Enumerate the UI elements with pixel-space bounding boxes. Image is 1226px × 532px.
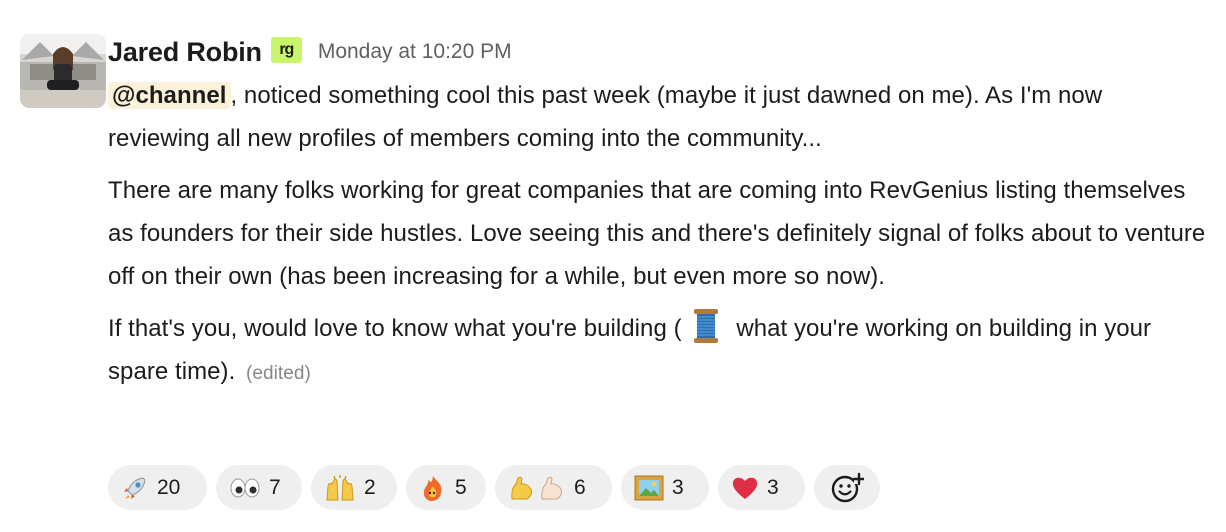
reactions-bar: 20 7 2 5 6 3 3 bbox=[108, 465, 880, 510]
reaction-fire-mascot[interactable]: 5 bbox=[406, 465, 486, 510]
eyes-icon bbox=[229, 476, 261, 500]
paragraph-1-text: , noticed something cool this past week … bbox=[108, 82, 1103, 152]
status-badge[interactable]: rg bbox=[270, 37, 302, 63]
reaction-count: 6 bbox=[574, 475, 586, 499]
channel-mention[interactable]: @channel bbox=[108, 82, 231, 109]
paragraph-2: There are many folks working for great c… bbox=[108, 177, 1206, 290]
paragraph-3: If that's you, would love to know what y… bbox=[108, 307, 1208, 395]
reaction-count: 3 bbox=[767, 475, 779, 499]
flexed-biceps-icon bbox=[508, 474, 566, 502]
reaction-count: 5 bbox=[455, 475, 467, 499]
red-heart-icon bbox=[731, 475, 759, 501]
reaction-count: 3 bbox=[672, 475, 684, 499]
message-header: Jared Robin rg Monday at 10:20 PM bbox=[108, 30, 1208, 74]
avatar-photo bbox=[20, 34, 106, 108]
add-reaction-button[interactable] bbox=[814, 465, 880, 510]
reaction-rocket[interactable]: 20 bbox=[108, 465, 207, 510]
reaction-count: 20 bbox=[157, 475, 181, 499]
raised-hands-icon bbox=[324, 474, 356, 502]
author-name[interactable]: Jared Robin bbox=[108, 37, 262, 68]
thread-emoji-icon bbox=[686, 306, 726, 346]
timestamp[interactable]: Monday at 10:20 PM bbox=[318, 40, 512, 64]
reaction-eyes[interactable]: 7 bbox=[216, 465, 302, 510]
avatar[interactable] bbox=[20, 34, 106, 108]
framed-picture-icon bbox=[634, 475, 664, 501]
message-content: Jared Robin rg Monday at 10:20 PM @chann… bbox=[108, 30, 1208, 404]
message: Jared Robin rg Monday at 10:20 PM @chann… bbox=[0, 0, 1226, 532]
paragraph-3-text-a: If that's you, would love to know what y… bbox=[108, 315, 682, 342]
add-reaction-icon bbox=[830, 472, 864, 504]
reaction-count: 2 bbox=[364, 475, 376, 499]
reaction-flexed-biceps[interactable]: 6 bbox=[495, 465, 612, 510]
reaction-raised-hands[interactable]: 2 bbox=[311, 465, 397, 510]
edited-label: (edited) bbox=[246, 363, 311, 384]
reaction-framed-picture[interactable]: 3 bbox=[621, 465, 709, 510]
reaction-red-heart[interactable]: 3 bbox=[718, 465, 805, 510]
paragraph-1: @channel, noticed something cool this pa… bbox=[108, 74, 1208, 160]
reaction-count: 7 bbox=[269, 475, 281, 499]
message-body: @channel, noticed something cool this pa… bbox=[108, 74, 1208, 395]
fire-mascot-icon bbox=[419, 474, 447, 502]
rocket-icon bbox=[121, 474, 149, 502]
